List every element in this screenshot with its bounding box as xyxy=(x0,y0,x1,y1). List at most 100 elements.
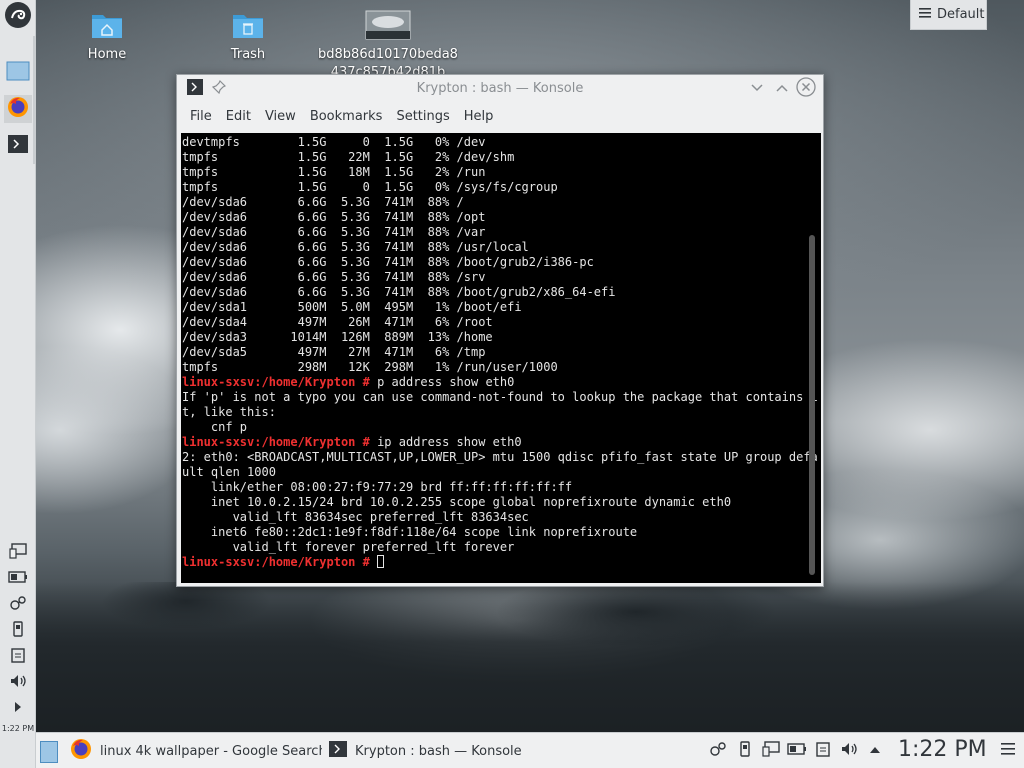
menu-icon xyxy=(1001,743,1015,759)
chevron-up-icon xyxy=(775,82,789,97)
task-label: linux 4k wallpaper - Google Search... xyxy=(100,743,322,759)
usb-icon xyxy=(739,741,751,761)
terminal-line: valid_lft 83634sec preferred_lft 83634se… xyxy=(182,510,802,525)
menu-help[interactable]: Help xyxy=(457,107,501,129)
desktop-icon-label: Trash xyxy=(230,47,266,62)
terminal-text: /dev/sda6 6.6G 5.3G 741M 88% /boot/grub2… xyxy=(182,255,594,269)
close-button[interactable] xyxy=(796,77,816,101)
menu-bookmarks[interactable]: Bookmarks xyxy=(303,107,390,129)
task-konsole[interactable]: Krypton : bash — Konsole xyxy=(323,734,553,768)
konsole-window: Krypton : bash — Konsole File Edit View … xyxy=(176,74,824,587)
display-tray-button[interactable] xyxy=(4,539,32,567)
terminal-icon xyxy=(187,79,203,99)
taskbar: linux 4k wallpaper - Google Search... Kr… xyxy=(36,732,1024,768)
firefox-icon xyxy=(7,96,29,122)
terminal-text: /dev/sda4 497M 26M 471M 6% /root xyxy=(182,315,493,329)
desktop-icon-label: Home xyxy=(87,47,127,62)
volume-tray-button[interactable] xyxy=(839,741,859,761)
minimize-button[interactable] xyxy=(747,79,767,99)
usb-tray-button[interactable] xyxy=(735,741,755,761)
terminal-line: devtmpfs 1.5G 0 1.5G 0% /dev xyxy=(182,135,802,150)
terminal-line: link/ether 08:00:27:f9:77:29 brd ff:ff:f… xyxy=(182,480,802,495)
terminal-view[interactable]: devtmpfs 1.5G 0 1.5G 0% /dev tmpfs 1.5G 2… xyxy=(181,133,821,583)
taskbar-clock[interactable]: 1:22 PM xyxy=(898,737,987,762)
terminal-line: linux-sxsv:/home/Krypton # p address sho… xyxy=(182,375,802,390)
desktop-icon-image[interactable]: bd8b86d10170beda8437c857b42d81b xyxy=(318,10,458,82)
expand-tray-button[interactable] xyxy=(4,695,32,723)
network-icon xyxy=(9,595,27,615)
terminal-text: 2: eth0: <BROADCAST,MULTICAST,UP,LOWER_U… xyxy=(182,450,818,464)
tray-expand-button[interactable] xyxy=(865,741,885,761)
firefox-icon xyxy=(70,738,92,764)
pin-button[interactable] xyxy=(209,79,229,99)
volume-tray-button[interactable] xyxy=(4,669,32,697)
display-icon xyxy=(9,543,27,563)
terminal-line: tmpfs 1.5G 18M 1.5G 2% /run xyxy=(182,165,802,180)
desktop-icon-home[interactable]: Home xyxy=(37,10,177,64)
terminal-line: inet6 fe80::2dc1:1e9f:f8df:118e/64 scope… xyxy=(182,525,802,540)
terminal-text: link/ether 08:00:27:f9:77:29 brd ff:ff:f… xyxy=(182,480,573,494)
display-tray-button[interactable] xyxy=(761,741,781,761)
terminal-text: cnf p xyxy=(182,420,248,434)
close-icon xyxy=(796,77,816,101)
terminal-line: /dev/sda3 1014M 126M 889M 13% /home xyxy=(182,330,802,345)
network-icon xyxy=(709,741,727,761)
image-thumbnail-icon xyxy=(365,10,411,40)
panel-options-button[interactable] xyxy=(998,741,1018,761)
terminal-text: /dev/sda6 6.6G 5.3G 741M 88% /usr/local xyxy=(182,240,529,254)
window-menu-button[interactable] xyxy=(185,79,205,99)
terminal-text: /dev/sda1 500M 5.0M 495M 1% /boot/efi xyxy=(182,300,522,314)
maximize-button[interactable] xyxy=(772,79,792,99)
menu-view[interactable]: View xyxy=(258,107,303,129)
activities-label: Default xyxy=(937,7,985,22)
menu-settings[interactable]: Settings xyxy=(389,107,456,129)
usb-tray-button[interactable] xyxy=(4,617,32,645)
terminal-line: /dev/sda6 6.6G 5.3G 741M 88% /boot/grub2… xyxy=(182,285,802,300)
terminal-text: ult qlen 1000 xyxy=(182,465,276,479)
terminal-line: ult qlen 1000 xyxy=(182,465,802,480)
terminal-text: /dev/sda3 1014M 126M 889M 13% /home xyxy=(182,330,493,344)
terminal-line: /dev/sda6 6.6G 5.3G 741M 88% /usr/local xyxy=(182,240,802,255)
task-firefox[interactable]: linux 4k wallpaper - Google Search... xyxy=(64,734,322,768)
clipboard-tray-button[interactable] xyxy=(813,741,833,761)
battery-icon xyxy=(787,743,807,759)
panel-clock: 1:22 PM xyxy=(1,724,35,733)
menubar: File Edit View Bookmarks Settings Help xyxy=(177,107,500,129)
usb-icon xyxy=(12,621,24,641)
network-tray-button[interactable] xyxy=(4,591,32,619)
terminal-line: tmpfs 1.5G 0 1.5G 0% /sys/fs/cgroup xyxy=(182,180,802,195)
firefox-launcher[interactable] xyxy=(4,95,32,123)
terminal-scrollbar[interactable] xyxy=(809,235,815,575)
taskbar-pager[interactable] xyxy=(40,741,58,763)
network-tray-button[interactable] xyxy=(708,741,728,761)
volume-icon xyxy=(9,673,27,693)
terminal-line: 2: eth0: <BROADCAST,MULTICAST,UP,LOWER_U… xyxy=(182,450,818,465)
terminal-text: tmpfs 1.5G 18M 1.5G 2% /run xyxy=(182,165,486,179)
opensuse-launcher[interactable] xyxy=(4,2,32,31)
battery-tray-button[interactable] xyxy=(787,741,807,761)
menu-file[interactable]: File xyxy=(183,107,219,129)
terminal-text: /dev/sda6 6.6G 5.3G 741M 88% / xyxy=(182,195,464,209)
wallpaper-treeline xyxy=(36,582,1024,732)
clipboard-tray-button[interactable] xyxy=(4,643,32,671)
terminal-text: inet6 fe80::2dc1:1e9f:f8df:118e/64 scope… xyxy=(182,525,638,539)
desktop-pager[interactable] xyxy=(4,59,32,87)
menu-edit[interactable]: Edit xyxy=(219,107,258,129)
terminal-text: /dev/sda6 6.6G 5.3G 741M 88% /var xyxy=(182,225,486,239)
shell-prompt: linux-sxsv:/home/Krypton # xyxy=(182,375,378,389)
window-title: Krypton : bash — Konsole xyxy=(416,81,584,96)
terminal-line: valid_lft forever preferred_lft forever xyxy=(182,540,802,555)
clipboard-icon xyxy=(816,741,830,761)
battery-tray-button[interactable] xyxy=(4,565,32,593)
activities-default-button[interactable]: Default xyxy=(910,0,987,30)
terminal-text: inet 10.0.2.15/24 brd 10.0.2.255 scope g… xyxy=(182,495,732,509)
window-titlebar[interactable]: Krypton : bash — Konsole xyxy=(177,75,823,103)
terminal-line: linux-sxsv:/home/Krypton # xyxy=(182,555,802,570)
terminal-icon xyxy=(329,741,347,761)
pager-icon xyxy=(6,61,30,85)
desktop-icon-trash[interactable]: Trash xyxy=(178,10,318,64)
terminal-line: t, like this: xyxy=(182,405,802,420)
konsole-launcher[interactable] xyxy=(4,132,32,160)
pin-icon xyxy=(211,79,227,98)
panel-separator xyxy=(33,36,36,164)
